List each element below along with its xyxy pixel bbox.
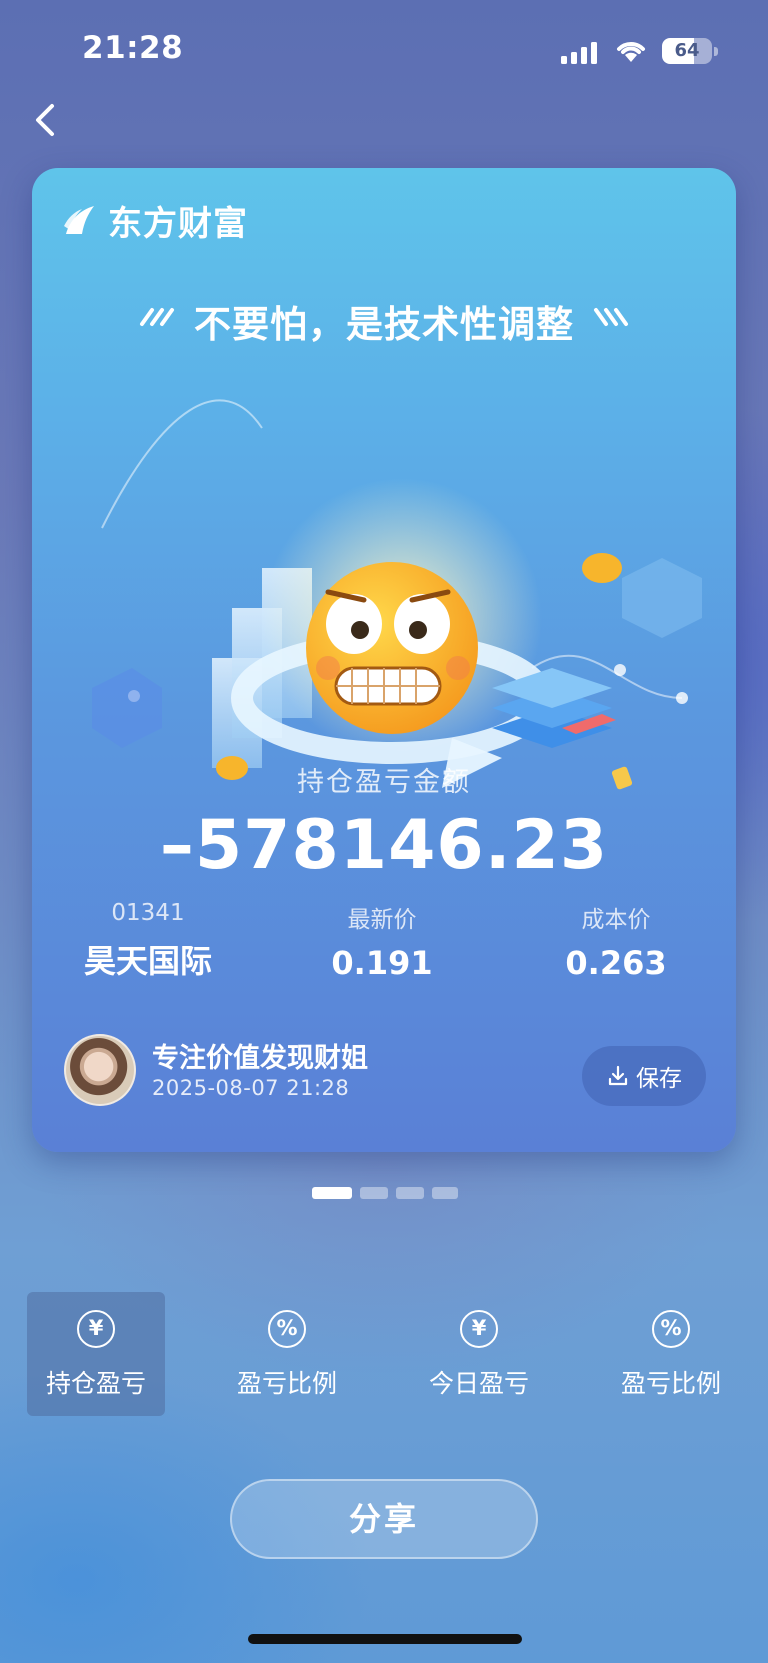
amount-value: –578146.23 (159, 806, 609, 885)
percent-icon: % (652, 1310, 690, 1348)
author-time: 2025-08-07 21:28 (152, 1076, 350, 1100)
save-label: 保存 (636, 1066, 682, 1092)
stock-name: 昊天国际 (83, 942, 212, 980)
battery-level: 64 (674, 40, 700, 61)
download-icon (608, 1065, 628, 1086)
brand-name: 东方财富 (108, 203, 248, 244)
latest-price-label: 最新价 (347, 907, 417, 933)
share-button[interactable]: 分享 (230, 1479, 538, 1559)
tab-label: 盈亏比例 (236, 1369, 337, 1398)
page-dot[interactable] (432, 1187, 458, 1199)
tab-label: 今日盈亏 (428, 1369, 529, 1398)
stock-info: 01341 昊天国际 (48, 900, 248, 982)
stock-code: 01341 (111, 900, 185, 926)
avatar (64, 1034, 136, 1106)
page-dot[interactable] (396, 1187, 424, 1199)
share-card: 东方财富 不要怕，是技术性调整 持仓盈亏金额 –578146.23 01341 … (32, 168, 736, 1152)
latest-price: 最新价 0.191 (282, 900, 482, 982)
tab-label: 持仓盈亏 (45, 1369, 146, 1398)
home-indicator (248, 1634, 522, 1644)
tab-today-pnl[interactable]: ¥ 今日盈亏 (410, 1292, 548, 1416)
tab-pnl-ratio-2[interactable]: % 盈亏比例 (602, 1292, 740, 1416)
cost-price-value: 0.263 (565, 944, 667, 982)
cost-price: 成本价 0.263 (516, 900, 716, 982)
tab-position-pnl[interactable]: ¥ 持仓盈亏 (27, 1292, 165, 1416)
page-dot[interactable] (360, 1187, 388, 1199)
author-name: 专注价值发现财姐 (152, 1043, 368, 1074)
wifi-icon (617, 42, 645, 62)
status-bar: 21:28 64 (0, 0, 768, 100)
amount-label: 持仓盈亏金额 (297, 767, 471, 798)
cost-price-label: 成本价 (581, 907, 651, 933)
brand: 东方财富 (60, 198, 248, 244)
status-time: 21:28 (82, 30, 184, 66)
yen-icon: ¥ (460, 1310, 498, 1348)
percent-icon: % (268, 1310, 306, 1348)
tab-pnl-ratio[interactable]: % 盈亏比例 (218, 1292, 356, 1416)
latest-price-value: 0.191 (331, 944, 433, 982)
tab-label: 盈亏比例 (620, 1369, 721, 1398)
yen-icon: ¥ (77, 1310, 115, 1348)
save-button[interactable]: 保存 (582, 1046, 706, 1106)
brand-logo-icon (64, 206, 94, 234)
page-dot[interactable] (312, 1187, 352, 1199)
page-indicator (0, 1187, 768, 1199)
slash-decoration-icon (594, 308, 628, 326)
battery-indicator: 64 (662, 38, 718, 64)
back-button[interactable] (26, 96, 66, 144)
cellular-signal-icon (561, 38, 599, 64)
